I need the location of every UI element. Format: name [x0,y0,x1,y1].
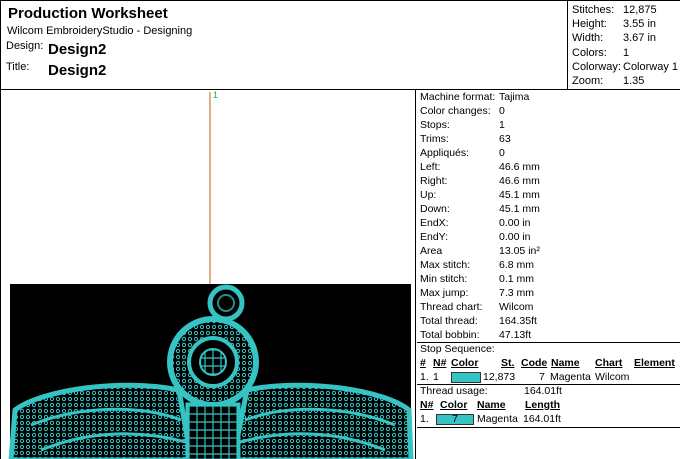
stop-row-code: 7 [539,371,545,383]
usage-col-n: N# [420,399,434,411]
design-info-panel: Machine format: Tajima Color changes: 0 St… [417,90,680,459]
stop-row-n: 1 [433,371,439,383]
thread-usage-title: Thread usage: [420,385,488,397]
start-marker-label: 1 [213,90,218,100]
design-stats: Stitches: 12,875 Height: 3.55 in Width: 3.6… [572,4,679,87]
thread-usage-total: 164.01ft [524,385,562,397]
center-mesh [185,402,241,459]
usage-row-n: 1. [420,413,429,425]
stop-col-element: Element [634,357,675,369]
stop-col-chart: Chart [595,357,623,369]
page-title: Production Worksheet [8,5,168,22]
design-value: Design2 [48,41,107,58]
stop-row-chart: Wilcom [595,371,630,383]
usage-row-length: 164.01ft [523,413,561,425]
stop-col-name: Name [551,357,580,369]
worksheet-header: Production Worksheet Wilcom EmbroiderySt… [1,1,568,89]
embroidery-preview: 1 [8,90,414,459]
title-label: Title: [6,61,30,73]
stop-row-st: 12,873 [483,371,516,383]
stop-row-num: 1. [420,371,429,383]
color-swatch: 7 [436,414,474,425]
usage-col-name: Name [477,399,506,411]
design-preview-canvas: 1 [1,90,416,459]
software-subtitle: Wilcom EmbroideryStudio - Designing [7,25,193,37]
production-worksheet: Production Worksheet Wilcom EmbroiderySt… [0,0,680,459]
stop-col-color: Color [451,357,479,369]
stop-col-n: N# [433,357,447,369]
usage-col-length: Length [525,399,560,411]
design-label: Design: [6,40,44,52]
divider [417,427,680,428]
title-value: Design2 [48,62,107,79]
stop-col-st: St. [501,357,515,369]
stop-sequence-title: Stop Sequence: [420,343,495,355]
usage-col-color: Color [440,399,468,411]
stop-row-name: Magenta [550,371,591,383]
stop-col-num: # [420,357,426,369]
stop-col-code: Code [521,357,548,369]
usage-row-name: Magenta [477,413,518,425]
color-swatch [451,372,481,383]
